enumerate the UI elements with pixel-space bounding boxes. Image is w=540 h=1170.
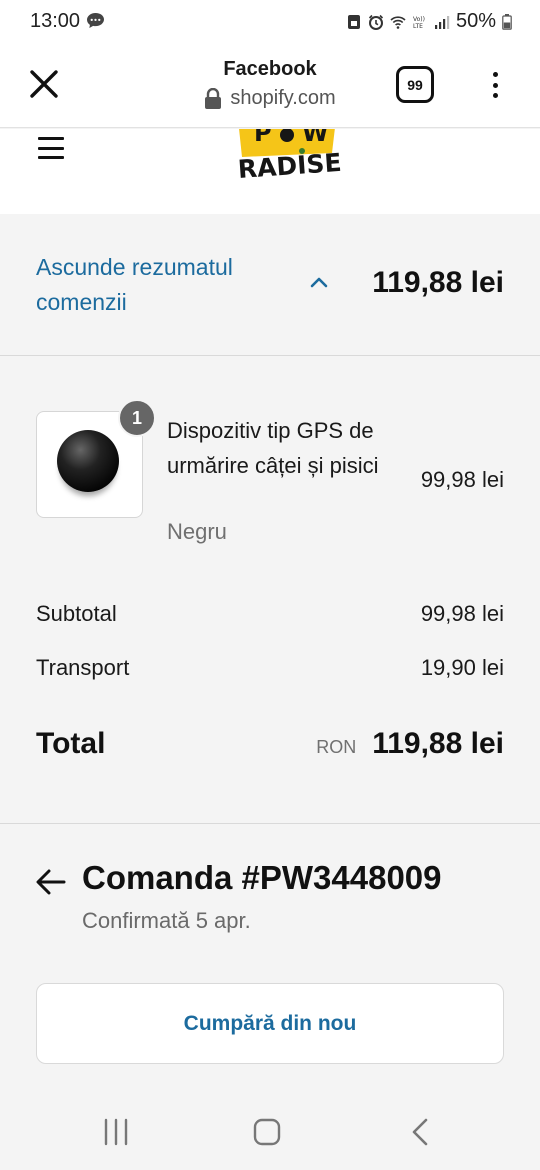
in-app-browser-bar: Facebook shopify.com 99 (0, 44, 540, 128)
more-options-button[interactable] (482, 68, 508, 102)
quantity-badge: 1 (118, 399, 156, 437)
buy-again-button[interactable]: Cumpără din nou (36, 983, 504, 1064)
home-icon[interactable] (252, 1118, 282, 1146)
signal-icon (434, 15, 450, 29)
svg-text:Vo)): Vo)) (413, 16, 425, 23)
order-confirmation-date: Confirmată 5 apr. (82, 908, 251, 933)
summary-toggle-total: 119,88 lei (372, 266, 504, 299)
browser-url[interactable]: shopify.com (150, 87, 390, 110)
battery-icon (502, 13, 512, 30)
summary-toggle-label: Ascunde rezumatul comenzii (36, 254, 233, 315)
product-variant: Negru (167, 519, 227, 544)
svg-text:W: W (302, 129, 328, 147)
subtotal-row: Subtotal 99,98 lei (36, 601, 504, 627)
product-name: Dispozitiv tip GPS de urmărire câței și … (167, 418, 379, 478)
status-bar: 13:00 Vo)) LTE 50% (0, 0, 540, 44)
browser-title: Facebook (223, 58, 317, 80)
recent-apps-icon[interactable] (102, 1118, 132, 1146)
total-currency: RON (316, 737, 357, 757)
chevron-up-icon (310, 277, 328, 288)
status-time: 13:00 (30, 10, 81, 32)
order-status-section: Comanda #PW3448009 Confirmată 5 apr. Cum… (0, 825, 540, 1090)
browser-title-block: Facebook shopify.com (150, 58, 390, 110)
total-value: 119,88 lei (372, 727, 504, 760)
shipping-value: 19,90 lei (420, 655, 504, 680)
message-icon (87, 12, 104, 29)
shipping-label: Transport (36, 655, 130, 680)
alarm-icon (368, 14, 384, 30)
browser-url-text: shopify.com (230, 87, 336, 109)
gps-tracker-image (57, 430, 119, 492)
lock-icon (205, 87, 222, 109)
order-summary-toggle[interactable]: Ascunde rezumatul comenzii 119,88 lei (0, 214, 540, 356)
volte-icon: Vo))LTE (413, 16, 425, 30)
subtotal-label: Subtotal (36, 601, 117, 626)
lock-screen-icon (347, 14, 360, 29)
close-button[interactable] (24, 64, 64, 104)
system-navigation-bar (0, 1090, 540, 1170)
paw-radise-logo[interactable]: P W RADISE (232, 129, 342, 187)
back-arrow-button[interactable] (36, 868, 66, 896)
product-price: 99,98 lei (420, 467, 504, 492)
more-vert-icon (492, 72, 498, 77)
site-header: P W RADISE (0, 129, 540, 214)
total-label: Total (36, 727, 106, 760)
order-title: Comanda #PW3448009 (82, 859, 442, 896)
svg-text:P: P (254, 129, 272, 147)
shipping-row: Transport 19,90 lei (36, 655, 504, 681)
order-summary: 1 Dispozitiv tip GPS de urmărire câței ș… (0, 357, 540, 824)
total-row: Total RON 119,88 lei (36, 727, 504, 761)
svg-text:RADISE: RADISE (237, 148, 342, 184)
wifi-icon (390, 15, 406, 29)
hamburger-menu-button[interactable] (38, 137, 64, 159)
status-icons: Vo)) LTE 50% (346, 10, 512, 33)
tabs-button[interactable]: 99 (396, 66, 434, 103)
battery-percent: 50% (455, 10, 496, 32)
close-icon (30, 70, 58, 98)
svg-text:LTE: LTE (413, 23, 423, 30)
subtotal-value: 99,98 lei (420, 601, 504, 626)
back-icon[interactable] (406, 1118, 436, 1146)
